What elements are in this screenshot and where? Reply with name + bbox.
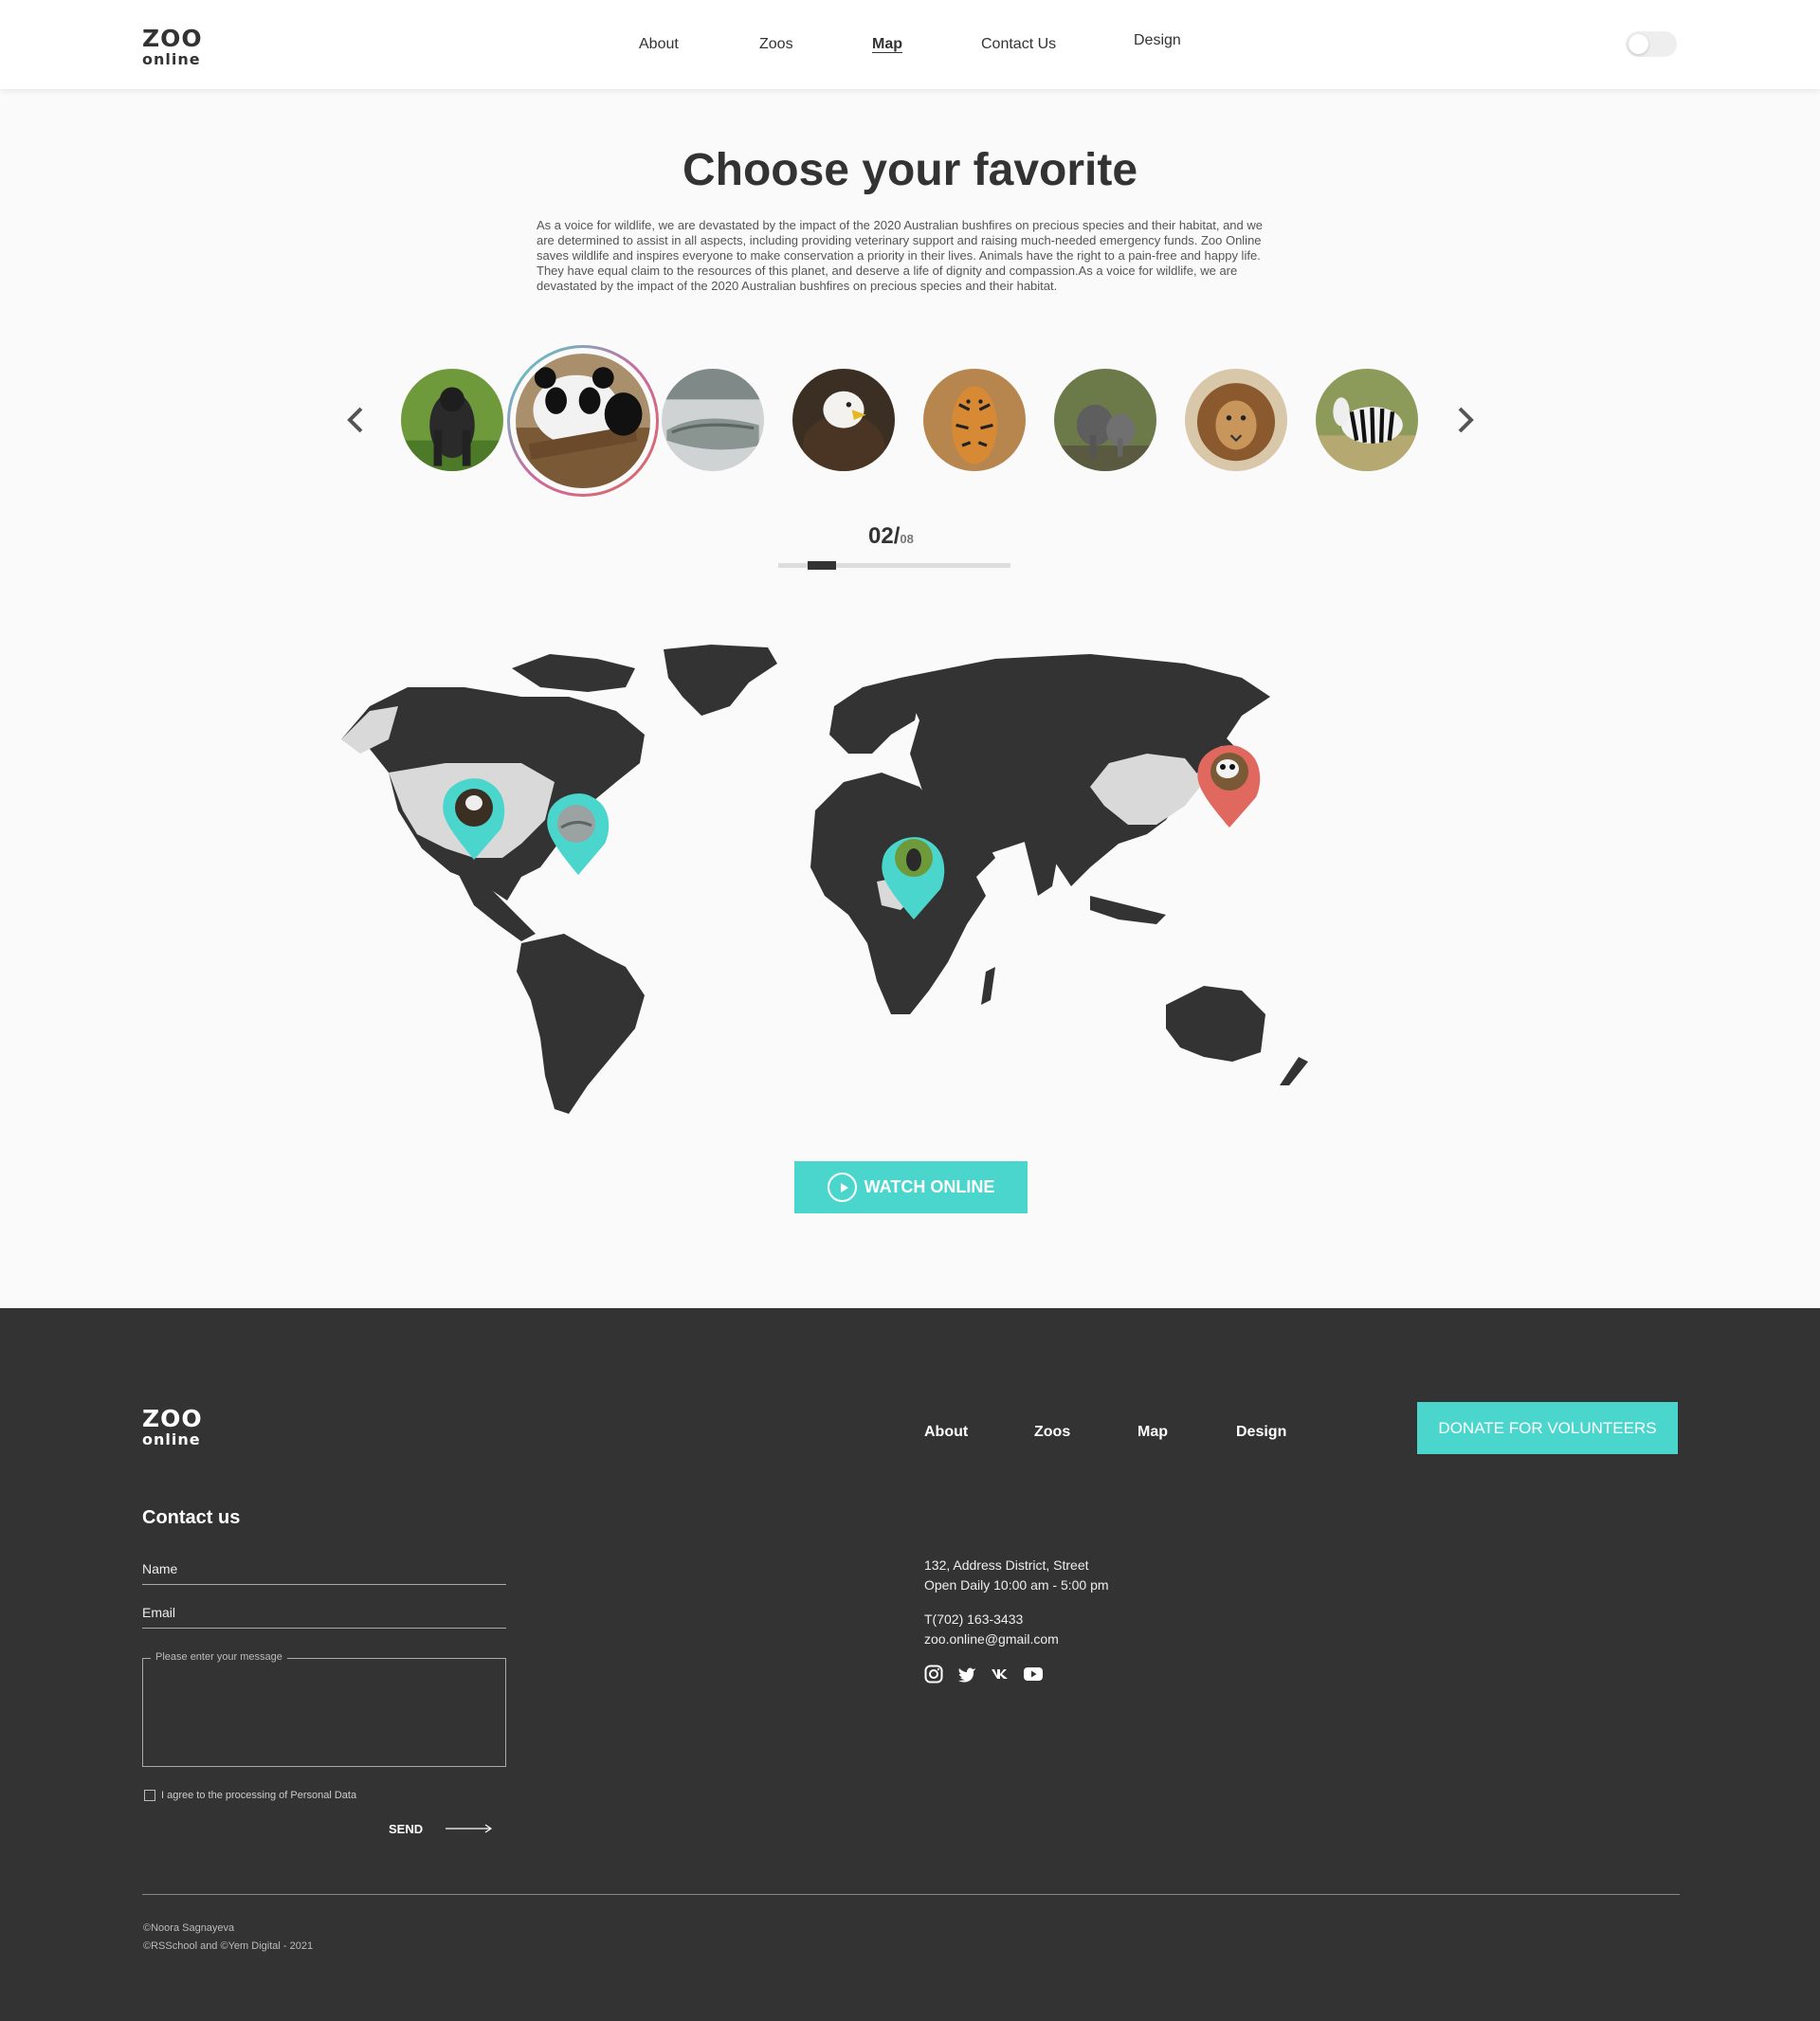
contact-title: Contact us	[142, 1507, 241, 1528]
play-icon	[827, 1173, 857, 1202]
logo-bottom: online	[142, 50, 201, 68]
footer-divider	[142, 1894, 1680, 1895]
agree-label: I agree to the processing of Personal Da…	[161, 1790, 357, 1801]
carousel-counter: 02/08	[868, 523, 914, 550]
footer-nav-map[interactable]: Map	[1138, 1424, 1168, 1441]
nav-zoos[interactable]: Zoos	[759, 36, 793, 53]
social-links	[924, 1665, 1043, 1684]
footer-logo[interactable]: ZOO online	[142, 1407, 203, 1447]
twitter-icon[interactable]	[957, 1665, 976, 1684]
centre-email[interactable]: zoo.online@gmail.com	[924, 1630, 1059, 1649]
centre-title: ZOO ONLINE CENTRE	[924, 1509, 1055, 1523]
nav-map[interactable]: Map	[872, 36, 902, 53]
carousel-progress[interactable]	[778, 561, 1010, 570]
world-map	[341, 645, 1308, 1114]
site-logo[interactable]: ZOO online	[142, 27, 203, 67]
map-pin-panda[interactable]	[1197, 745, 1261, 828]
animal-avatar-alligator[interactable]	[662, 369, 764, 471]
carousel-prev-button[interactable]	[339, 403, 373, 437]
email-field[interactable]: Email	[142, 1605, 506, 1629]
message-textarea[interactable]: Please enter your message	[142, 1651, 506, 1767]
name-field[interactable]: Name	[142, 1561, 506, 1585]
page-title: Choose your favorite	[682, 145, 1138, 195]
nav-about[interactable]: About	[639, 36, 679, 53]
donate-button[interactable]: DONATE FOR VOLUNTEERS	[1417, 1402, 1678, 1454]
carousel-next-button[interactable]	[1447, 403, 1482, 437]
copyright-author: ©Noora Sagnayeva	[143, 1922, 235, 1934]
watch-online-label: WATCH ONLINE	[864, 1177, 995, 1196]
animal-avatar-zebra[interactable]	[1316, 369, 1418, 471]
animal-avatar-eagle[interactable]	[792, 369, 895, 471]
chevron-right-icon	[1458, 407, 1474, 433]
centre-contact-block: T(702) 163-3433 zoo.online@gmail.com	[924, 1610, 1059, 1649]
nav-contact-us[interactable]: Contact Us	[981, 36, 1056, 53]
chevron-left-icon	[347, 407, 363, 433]
footer-logo-bottom: online	[142, 1430, 201, 1448]
agree-checkbox[interactable]	[144, 1790, 155, 1801]
footer-nav-design[interactable]: Design	[1236, 1424, 1286, 1441]
animal-avatar-lion[interactable]	[1185, 369, 1287, 471]
progress-thumb[interactable]	[808, 561, 836, 570]
animal-avatar-gorilla[interactable]	[401, 369, 503, 471]
arrow-right-icon[interactable]	[446, 1823, 493, 1834]
counter-total: 08	[900, 532, 914, 546]
animal-avatar-panda[interactable]	[516, 354, 650, 488]
theme-toggle[interactable]	[1626, 31, 1677, 57]
vk-icon[interactable]	[991, 1665, 1010, 1684]
youtube-icon[interactable]	[1024, 1665, 1043, 1684]
nav-design[interactable]: Design	[1134, 32, 1181, 49]
site-header: ZOO online About Zoos Map Contact Us Des…	[0, 0, 1820, 89]
animal-avatar-elephant[interactable]	[1054, 369, 1156, 471]
centre-address-block: 132, Address District, Street Open Daily…	[924, 1556, 1109, 1595]
footer-nav-about[interactable]: About	[924, 1424, 968, 1441]
map-pin-alligator[interactable]	[547, 793, 610, 875]
page-description: As a voice for wildlife, we are devastat…	[537, 218, 1263, 293]
agree-checkbox-row[interactable]: I agree to the processing of Personal Da…	[144, 1790, 356, 1801]
instagram-icon[interactable]	[924, 1665, 943, 1684]
counter-current: 02/	[868, 523, 901, 549]
watch-online-button[interactable]: WATCH ONLINE	[794, 1161, 1028, 1213]
continents	[341, 645, 1308, 1114]
centre-hours: Open Daily 10:00 am - 5:00 pm	[924, 1577, 1109, 1593]
footer-nav-zoos[interactable]: Zoos	[1034, 1424, 1070, 1441]
copyright-school: ©RSSchool and ©Yem Digital - 2021	[143, 1940, 314, 1952]
animal-avatar-tiger[interactable]	[923, 369, 1026, 471]
send-button[interactable]: SEND	[389, 1822, 423, 1836]
footer-logo-top: ZOO	[142, 1405, 203, 1432]
centre-phone[interactable]: T(702) 163-3433	[924, 1610, 1059, 1630]
toggle-knob	[1629, 34, 1648, 54]
logo-top: ZOO	[142, 25, 203, 52]
message-placeholder: Please enter your message	[151, 1651, 287, 1663]
centre-address: 132, Address District, Street	[924, 1557, 1089, 1573]
